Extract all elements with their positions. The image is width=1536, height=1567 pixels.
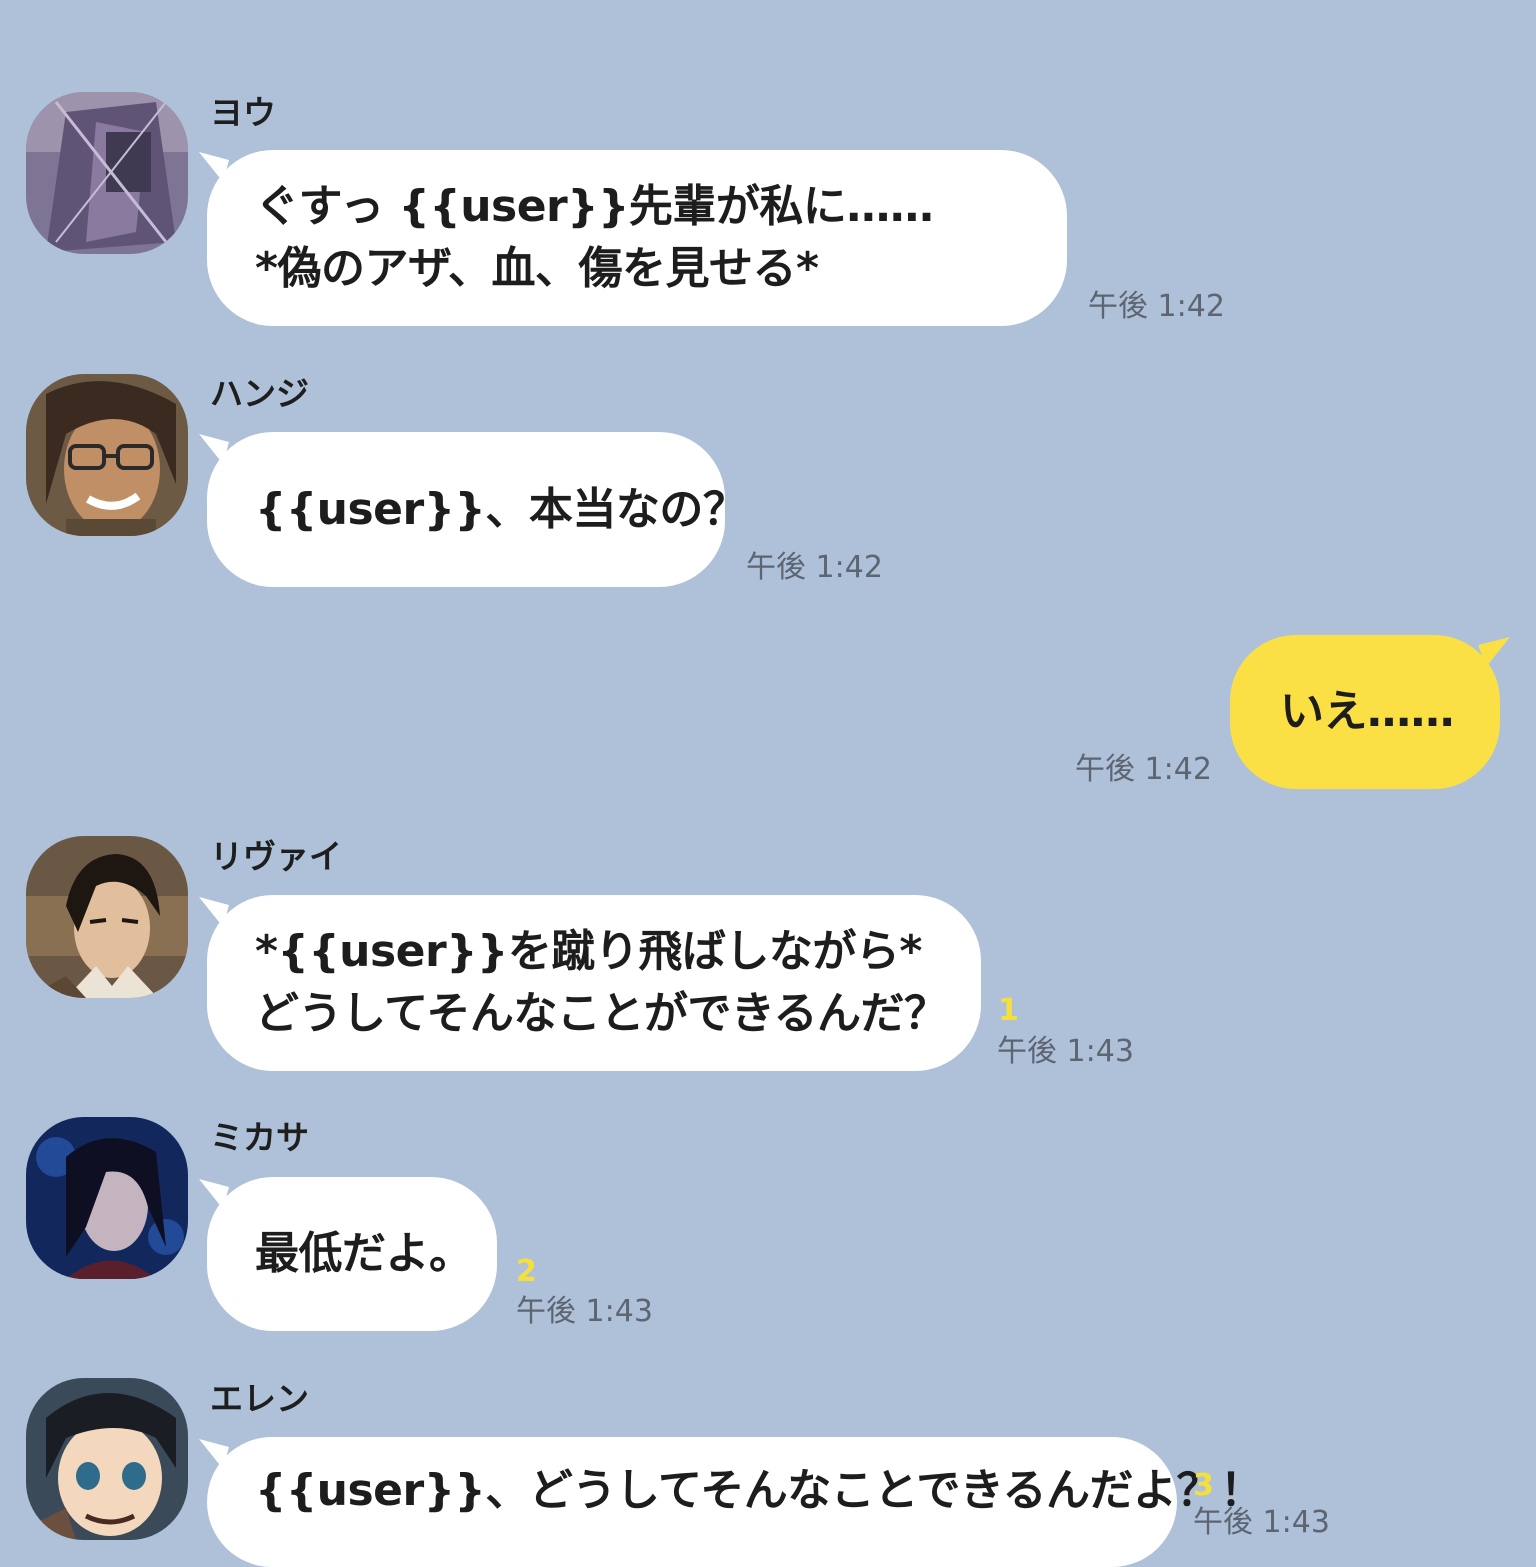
message-bubble[interactable]: ぐすっ {{user}}先輩が私に…… *偽のアザ、血、傷を見せる*: [199, 150, 1067, 326]
timestamp: 午後 1:42: [1088, 289, 1225, 324]
avatar-you[interactable]: [26, 92, 188, 254]
unread-count: 1: [998, 993, 1019, 1028]
timestamp: 午後 1:43: [1193, 1505, 1330, 1540]
message-text: {{user}}、本当なの？: [255, 483, 747, 535]
sender-name: リヴァイ: [210, 837, 342, 876]
sender-name: ミカサ: [210, 1118, 309, 1157]
message-bubble-outgoing[interactable]: いえ……: [1230, 635, 1510, 789]
avatar-levi[interactable]: [26, 836, 188, 998]
message-bubble[interactable]: *{{user}}を蹴り飛ばしながら* どうしてそんなことができるんだ？: [199, 895, 981, 1071]
avatar-eren[interactable]: [26, 1378, 188, 1540]
message-text: どうしてそんなことができるんだ？: [255, 988, 948, 1039]
sender-name: ハンジ: [210, 374, 309, 413]
message-text: 最低だよ。: [255, 1228, 473, 1279]
message-text: *偽のアザ、血、傷を見せる*: [255, 243, 819, 294]
avatar-levi-image: [26, 836, 188, 998]
bubble-tail: [199, 152, 229, 182]
message-text: *{{user}}を蹴り飛ばしながら*: [255, 926, 922, 977]
sender-name: エレン: [210, 1379, 309, 1418]
avatar-you-image: [26, 92, 188, 254]
bubble-tail: [199, 1439, 229, 1469]
message-text: ぐすっ {{user}}先輩が私に……: [255, 181, 934, 232]
timestamp: 午後 1:42: [746, 550, 883, 585]
bubble-tail: [199, 1179, 229, 1209]
timestamp: 午後 1:43: [997, 1034, 1134, 1069]
sender-name: ヨウ: [210, 93, 276, 132]
unread-count: 3: [1193, 1468, 1214, 1503]
message-bubble[interactable]: 最低だよ。: [199, 1177, 497, 1331]
unread-count: 2: [516, 1254, 537, 1289]
timestamp: 午後 1:43: [516, 1294, 653, 1329]
bubble-tail: [1478, 637, 1510, 667]
avatar-eren-image: [26, 1378, 188, 1540]
bubble-tail: [199, 897, 229, 927]
avatar-hange[interactable]: [26, 374, 188, 536]
avatar-mikasa-image: [26, 1117, 188, 1279]
avatar-mikasa[interactable]: [26, 1117, 188, 1279]
message-text: {{user}}、どうしてそんなことできるんだよ？！: [255, 1465, 1264, 1516]
message-bubble[interactable]: {{user}}、本当なの？: [199, 432, 747, 587]
message-bubble[interactable]: {{user}}、どうしてそんなことできるんだよ？！: [199, 1437, 1264, 1567]
bubble-tail: [199, 434, 229, 464]
timestamp: 午後 1:42: [1075, 752, 1212, 787]
message-text: いえ……: [1280, 686, 1455, 737]
avatar-hange-image: [26, 374, 188, 536]
